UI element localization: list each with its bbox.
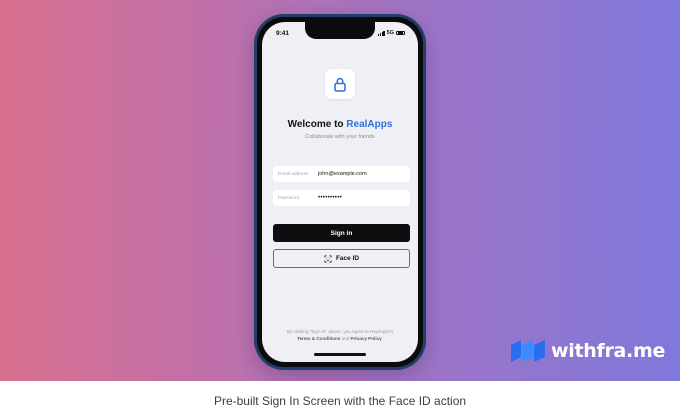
sign-in-button[interactable]: Sign in <box>273 224 410 242</box>
face-id-icon <box>324 254 332 263</box>
withframe-logo-icon <box>511 340 545 362</box>
withframe-logo: withfra.me <box>511 340 665 362</box>
email-label: Email address <box>278 171 309 177</box>
email-field[interactable]: Email address john@example.com <box>273 166 410 182</box>
privacy-link[interactable]: Privacy Policy <box>351 336 382 341</box>
phone-screen: 9:41 5G Welcome to RealApps Collaborate … <box>262 22 418 362</box>
welcome-title: Welcome to RealApps <box>287 119 393 130</box>
password-value[interactable]: •••••••••• <box>318 195 342 201</box>
password-label: Password <box>278 195 300 201</box>
hero-banner: 9:41 5G Welcome to RealApps Collaborate … <box>0 0 680 381</box>
welcome-subtitle: Collaborate with your friends <box>305 134 375 140</box>
phone-frame: 9:41 5G Welcome to RealApps Collaborate … <box>254 14 426 370</box>
face-id-button[interactable]: Face ID <box>273 249 410 268</box>
password-field[interactable]: Password •••••••••• <box>273 190 410 206</box>
signal-icon <box>378 31 385 36</box>
home-indicator <box>314 353 366 356</box>
email-value[interactable]: john@example.com <box>318 171 367 177</box>
terms-link[interactable]: Terms & Conditions <box>297 336 340 341</box>
network-label: 5G <box>386 30 394 36</box>
brand-name: RealApps <box>346 119 393 130</box>
battery-icon <box>396 30 405 36</box>
face-id-label: Face ID <box>335 255 360 262</box>
image-caption: Pre-built Sign In Screen with the Face I… <box>213 394 467 408</box>
lock-icon <box>325 69 355 99</box>
legal-text: By clicking "Sign in" above, you agree t… <box>286 329 394 341</box>
status-indicators: 5G <box>378 30 405 36</box>
phone-notch <box>305 22 375 39</box>
logo-text: withfra.me <box>551 340 666 362</box>
status-time: 9:41 <box>276 30 290 37</box>
